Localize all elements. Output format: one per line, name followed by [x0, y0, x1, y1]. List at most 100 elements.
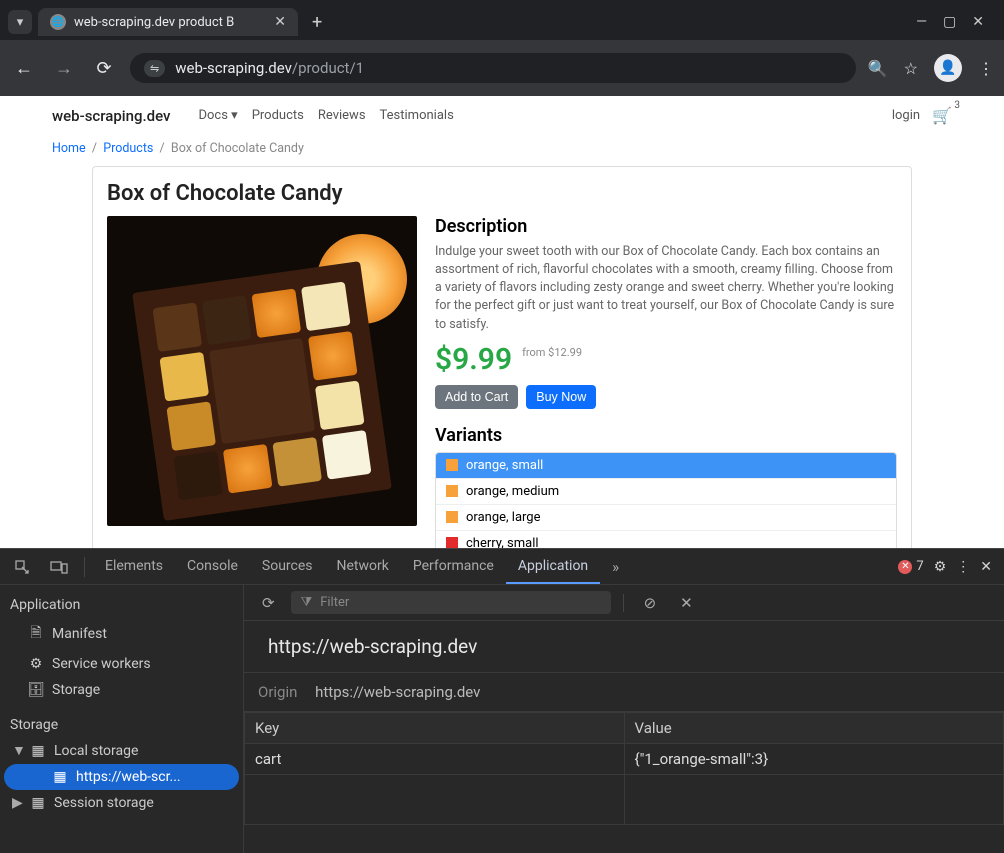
maximize-button[interactable]: ▢	[943, 14, 956, 30]
window-controls: — ▢ ✕	[916, 14, 996, 30]
variant-list: orange, small orange, medium orange, large…	[435, 452, 897, 548]
add-to-cart-button[interactable]: Add to Cart	[435, 385, 518, 409]
filter-icon: ⧩	[301, 595, 313, 610]
storage-table: Key Value cart{"1_orange-small":3}	[244, 712, 1004, 825]
more-tabs-icon[interactable]: »	[604, 558, 627, 576]
new-tab-button[interactable]: +	[304, 12, 330, 33]
product-card: Box of Chocolate Candy Description Indul…	[92, 166, 912, 548]
devtools-tab-application[interactable]: Application	[506, 550, 600, 584]
color-swatch	[446, 459, 458, 471]
tab-close-button[interactable]: ✕	[274, 14, 286, 30]
nav-testimonials[interactable]: Testimonials	[380, 108, 454, 123]
color-swatch	[446, 511, 458, 523]
product-price: $9.99	[435, 342, 512, 377]
value-header[interactable]: Value	[624, 713, 1004, 744]
tab-strip: ▾ 🌐 web-scraping.dev product B ✕ + — ▢ ✕	[0, 0, 1004, 40]
browser-tab[interactable]: 🌐 web-scraping.dev product B ✕	[38, 8, 298, 36]
devtools-close-icon[interactable]: ✕	[980, 559, 992, 575]
breadcrumb-current: Box of Chocolate Candy	[171, 141, 304, 156]
site-brand[interactable]: web-scraping.dev	[52, 107, 170, 125]
sidebar-item-storage[interactable]: 🗄Storage	[0, 677, 243, 703]
minimize-button[interactable]: —	[916, 14, 927, 30]
inspect-icon[interactable]	[6, 559, 38, 575]
devtools-tab-console[interactable]: Console	[175, 550, 250, 584]
address-bar[interactable]: ⇋ web-scraping.dev/product/1	[130, 53, 856, 83]
url-host: web-scraping.dev	[175, 59, 292, 77]
sidebar-heading-application: Application	[0, 593, 243, 617]
search-icon[interactable]: 🔍	[868, 59, 888, 78]
breadcrumb-products[interactable]: Products	[103, 141, 153, 156]
sidebar-item-service-workers[interactable]: ⚙Service workers	[0, 651, 243, 677]
filter-placeholder: Filter	[320, 595, 349, 610]
login-link[interactable]: login	[892, 108, 920, 123]
origin-value: https://web-scraping.dev	[315, 683, 480, 701]
variant-label: cherry, small	[466, 536, 539, 548]
filter-input[interactable]: ⧩ Filter	[291, 591, 611, 614]
table-icon: ▦	[30, 795, 46, 811]
error-icon: ✕	[898, 560, 912, 574]
devtools-main: ⟳ ⧩ Filter ⊘ ✕ https://web-scraping.dev …	[244, 585, 1004, 853]
color-swatch	[446, 485, 458, 497]
document-icon: 🗎	[28, 622, 44, 646]
tab-search-button[interactable]: ▾	[8, 10, 32, 34]
devtools-settings-icon[interactable]: ⚙	[934, 559, 947, 575]
devtools-tabs: ElementsConsoleSourcesNetworkPerformance…	[0, 549, 1004, 585]
buy-now-button[interactable]: Buy Now	[526, 385, 596, 409]
product-title: Box of Chocolate Candy	[107, 181, 897, 206]
variants-heading: Variants	[435, 425, 897, 446]
nav-products[interactable]: Products	[252, 108, 304, 123]
color-swatch	[446, 537, 458, 548]
device-toggle-icon[interactable]	[42, 560, 76, 574]
error-badge[interactable]: ✕ 7	[898, 559, 923, 574]
storage-title: https://web-scraping.dev	[244, 621, 1004, 672]
browser-chrome: ▾ 🌐 web-scraping.dev product B ✕ + — ▢ ✕…	[0, 0, 1004, 96]
devtools-tab-sources[interactable]: Sources	[250, 550, 325, 584]
table-row[interactable]: cart{"1_orange-small":3}	[245, 744, 1004, 775]
product-image	[107, 216, 417, 526]
clear-icon[interactable]: ⊘	[636, 594, 665, 612]
close-window-button[interactable]: ✕	[972, 14, 984, 30]
variant-item[interactable]: cherry, small	[436, 531, 896, 548]
variant-label: orange, large	[466, 510, 541, 525]
bookmark-icon[interactable]: ☆	[904, 59, 918, 78]
description-text: Indulge your sweet tooth with our Box of…	[435, 243, 897, 334]
sidebar-heading-storage: Storage	[0, 713, 243, 737]
devtools-panel: ElementsConsoleSourcesNetworkPerformance…	[0, 548, 1004, 853]
page-content: web-scraping.dev Docs ▾ Products Reviews…	[0, 96, 1004, 548]
variant-item[interactable]: orange, large	[436, 505, 896, 531]
breadcrumb: Home / Products / Box of Chocolate Candy	[52, 141, 952, 156]
browser-menu-button[interactable]: ⋮	[978, 59, 994, 78]
refresh-icon[interactable]: ⟳	[254, 594, 283, 612]
caret-right-icon: ▶	[12, 795, 22, 811]
variant-label: orange, small	[466, 458, 543, 473]
devtools-menu-icon[interactable]: ⋮	[956, 559, 970, 575]
devtools-tab-network[interactable]: Network	[325, 550, 401, 584]
profile-avatar[interactable]: 👤	[934, 54, 962, 82]
close-panel-icon[interactable]: ✕	[672, 594, 701, 612]
back-button[interactable]: ←	[10, 54, 38, 82]
globe-icon: 🌐	[50, 14, 66, 30]
devtools-tab-performance[interactable]: Performance	[401, 550, 506, 584]
forward-button[interactable]: →	[50, 54, 78, 82]
nav-reviews[interactable]: Reviews	[318, 108, 366, 123]
description-heading: Description	[435, 216, 897, 237]
site-info-icon[interactable]: ⇋	[144, 60, 165, 77]
caret-down-icon: ▼	[12, 742, 22, 759]
reload-button[interactable]: ⟳	[90, 54, 118, 82]
sidebar-item-manifest[interactable]: 🗎Manifest	[0, 617, 243, 651]
variant-item[interactable]: orange, small	[436, 453, 896, 479]
sidebar-item-local-storage[interactable]: ▼▦Local storage	[0, 737, 243, 764]
browser-toolbar: ← → ⟳ ⇋ web-scraping.dev/product/1 🔍 ☆ 👤…	[0, 40, 1004, 96]
nav-docs[interactable]: Docs ▾	[198, 108, 237, 123]
devtools-sidebar: Application 🗎Manifest ⚙Service workers 🗄…	[0, 585, 244, 853]
sidebar-item-local-storage-origin[interactable]: ▦https://web-scr...	[4, 764, 239, 790]
breadcrumb-home[interactable]: Home	[52, 141, 86, 156]
devtools-tab-elements[interactable]: Elements	[93, 550, 175, 584]
tab-title: web-scraping.dev product B	[74, 15, 266, 30]
product-price-from: from $12.99	[522, 342, 582, 359]
key-header[interactable]: Key	[245, 713, 625, 744]
sidebar-item-session-storage[interactable]: ▶▦Session storage	[0, 790, 243, 816]
error-count: 7	[916, 559, 923, 574]
cart-icon[interactable]: 🛒3	[932, 106, 952, 125]
variant-item[interactable]: orange, medium	[436, 479, 896, 505]
